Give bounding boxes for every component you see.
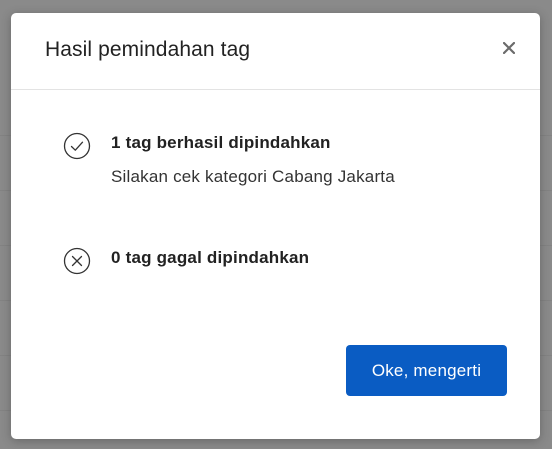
close-icon xyxy=(503,42,515,54)
close-button[interactable] xyxy=(498,37,520,59)
dialog-header: Hasil pemindahan tag xyxy=(11,13,540,90)
failure-message: 0 tag gagal dipindahkan xyxy=(111,248,310,267)
success-message: 1 tag berhasil dipindahkan xyxy=(111,133,331,152)
result-dialog: Hasil pemindahan tag 1 tag berhasil dipi… xyxy=(11,13,540,439)
dialog-title: Hasil pemindahan tag xyxy=(45,38,251,61)
success-result: 1 tag berhasil dipindahkan Silakan cek k… xyxy=(63,132,395,188)
success-detail: Silakan cek kategori Cabang Jakarta xyxy=(111,167,395,186)
confirm-button[interactable]: Oke, mengerti xyxy=(346,345,507,396)
check-circle-icon xyxy=(63,132,91,160)
x-circle-icon xyxy=(63,247,91,275)
failure-result: 0 tag gagal dipindahkan xyxy=(63,247,309,275)
